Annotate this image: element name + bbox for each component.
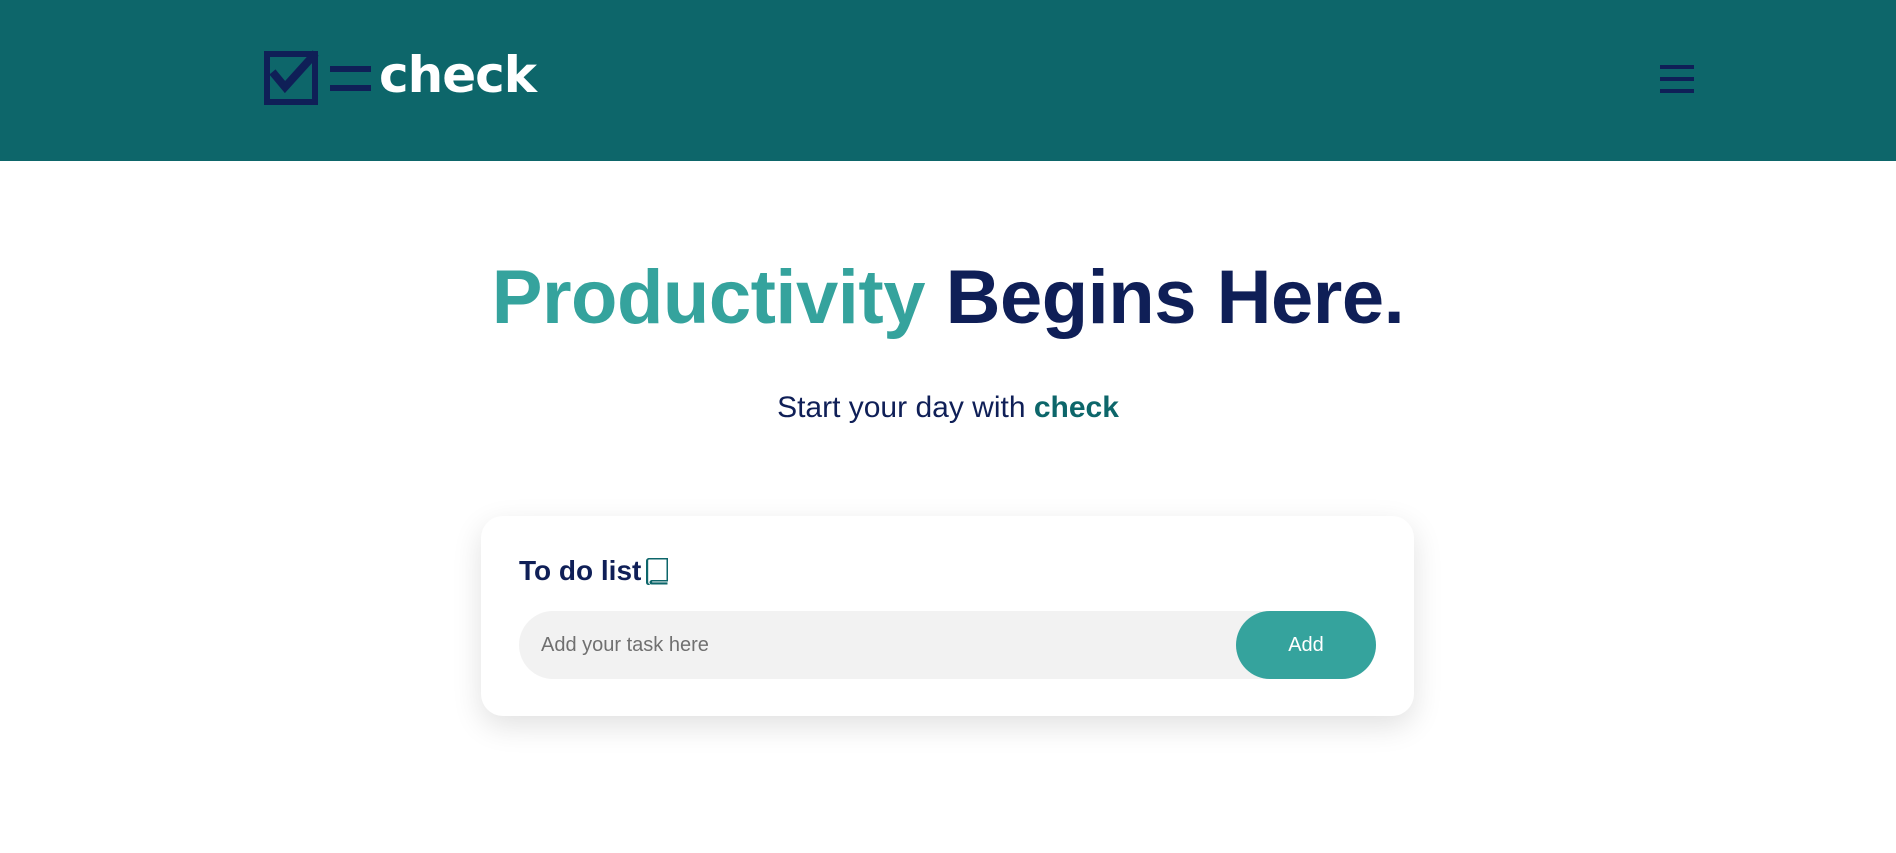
hero-subtitle-prefix: Start your day with bbox=[777, 391, 1026, 424]
page: check Productivity Begins Here. Start yo… bbox=[0, 0, 1896, 853]
hero-subtitle-brand: check bbox=[1033, 391, 1119, 424]
site-header: check bbox=[0, 0, 1896, 161]
task-input-group: Add bbox=[519, 611, 1376, 679]
hero-title-rest: Begins Here. bbox=[945, 255, 1405, 340]
hero-title-accent: Productivity bbox=[491, 255, 926, 340]
todo-card: To do list Add bbox=[481, 516, 1414, 716]
logo-text: check bbox=[379, 46, 537, 104]
hamburger-menu-icon bbox=[1660, 65, 1694, 93]
hero-title: Productivity Begins Here. bbox=[0, 257, 1896, 339]
hero-subtitle: Start your day with check bbox=[0, 390, 1896, 426]
checklist-logo-icon bbox=[264, 50, 371, 105]
todo-title-text: To do list bbox=[519, 555, 642, 586]
book-icon bbox=[646, 557, 669, 585]
add-task-button[interactable]: Add bbox=[1236, 611, 1376, 679]
todo-title: To do list bbox=[519, 554, 670, 588]
task-input[interactable] bbox=[519, 611, 1234, 679]
logo-link[interactable]: check bbox=[263, 46, 537, 106]
hero-section: Productivity Begins Here. bbox=[0, 257, 1896, 339]
menu-button[interactable] bbox=[1657, 61, 1697, 97]
